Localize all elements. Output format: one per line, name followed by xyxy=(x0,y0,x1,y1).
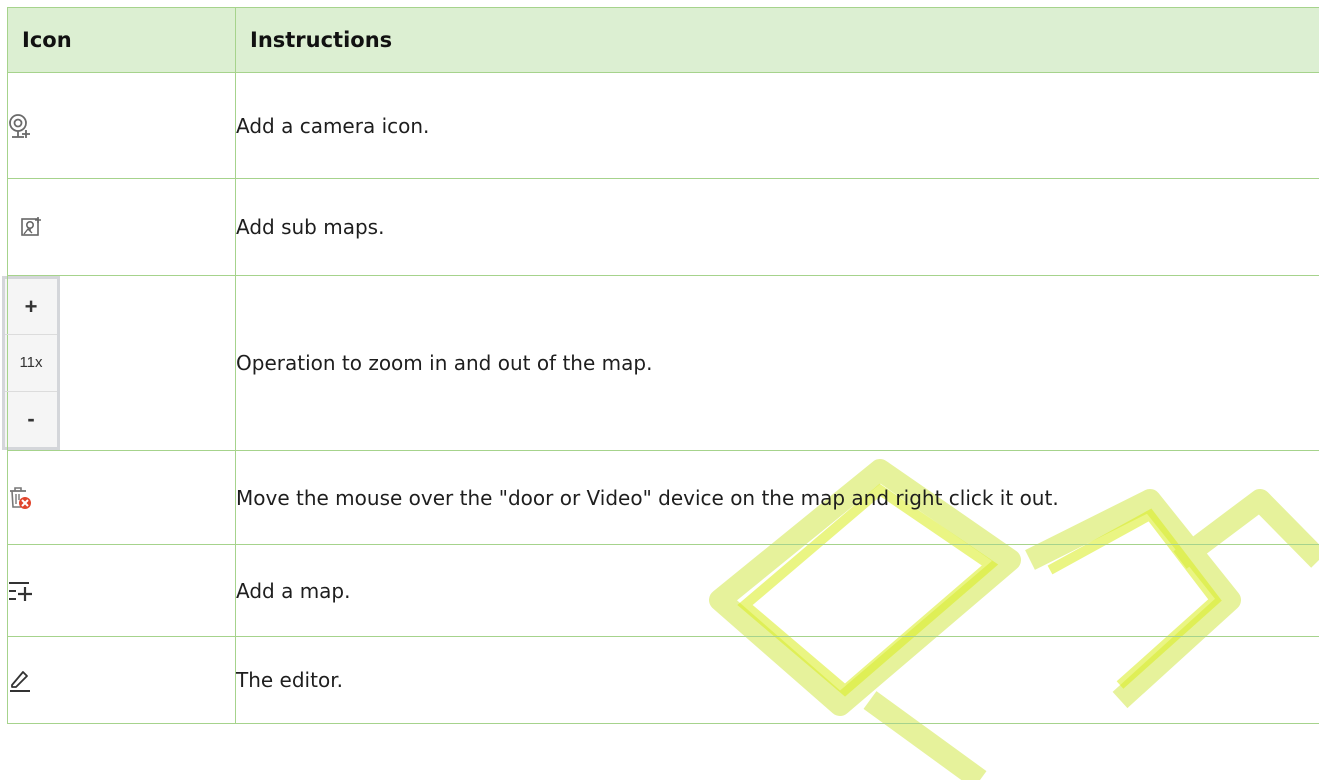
instruction-text: The editor. xyxy=(235,636,1319,724)
instruction-text: Move the mouse over the "door or Video" … xyxy=(235,450,1319,545)
instruction-text: Add a camera icon. xyxy=(235,72,1319,179)
header-icon: Icon xyxy=(7,7,236,73)
table-row: Add sub maps. xyxy=(7,178,1319,276)
zoom-in-button[interactable]: + xyxy=(5,279,57,334)
table-row: + 11x - Operation to zoom in and out of … xyxy=(2,275,1319,451)
add-map-icon xyxy=(8,580,235,602)
add-camera-icon xyxy=(8,113,235,139)
table-row: The editor. xyxy=(7,636,1319,724)
edit-icon xyxy=(8,668,235,692)
table-row: Add a map. xyxy=(7,544,1319,637)
zoom-level: 11x xyxy=(5,334,57,392)
add-sub-map-icon xyxy=(20,216,235,238)
table-header-row: Icon Instructions xyxy=(7,7,1319,73)
instruction-text: Operation to zoom in and out of the map. xyxy=(235,275,1319,451)
zoom-control: + 11x - xyxy=(2,276,60,450)
zoom-out-button[interactable]: - xyxy=(5,392,57,447)
delete-device-icon xyxy=(8,486,235,510)
header-instructions: Instructions xyxy=(235,7,1319,73)
icon-instructions-table: Icon Instructions Add a camera icon. Add… xyxy=(2,7,1319,724)
table-row: Add a camera icon. xyxy=(7,72,1319,179)
instruction-text: Add sub maps. xyxy=(235,178,1319,276)
instruction-text: Add a map. xyxy=(235,544,1319,637)
table-row: Move the mouse over the "door or Video" … xyxy=(7,450,1319,545)
